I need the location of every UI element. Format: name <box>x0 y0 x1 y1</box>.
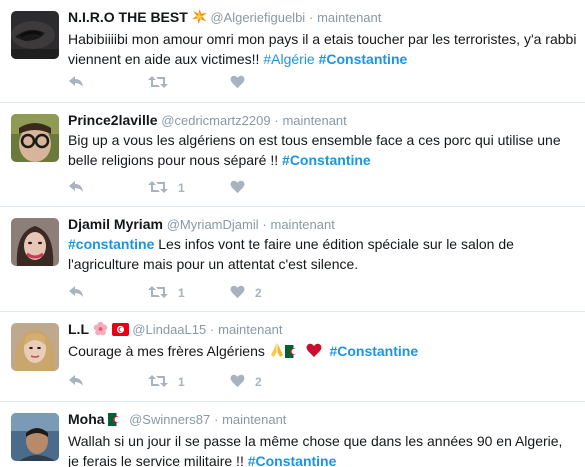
tweet[interactable]: Prince2laville @cedricmartz2209 · mainte… <box>0 103 585 207</box>
timeline: N.I.R.O THE BEST @Algeriefiguelbi · main… <box>0 0 585 467</box>
folded-hands-emoji-icon <box>269 342 285 364</box>
hashtag-link[interactable]: #Algérie <box>263 51 314 67</box>
like-count: 2 <box>255 286 262 300</box>
timestamp[interactable]: maintenant <box>282 113 346 128</box>
user-handle[interactable]: @MyriamDjamil <box>167 217 259 232</box>
red-heart-emoji-icon <box>306 343 322 364</box>
user-handle[interactable]: @LindaaL15 <box>132 322 206 337</box>
like-button[interactable]: 2 <box>230 285 290 302</box>
retweet-button[interactable]: 1 <box>148 285 230 302</box>
reply-icon <box>68 284 85 302</box>
retweet-button[interactable]: 1 <box>148 374 230 391</box>
collision-emoji-icon <box>191 9 207 29</box>
retweet-button[interactable] <box>148 75 230 92</box>
reply-icon <box>68 179 85 197</box>
cherry-blossom-emoji-icon <box>93 321 108 341</box>
timestamp[interactable]: maintenant <box>271 217 335 232</box>
like-button[interactable] <box>230 180 290 197</box>
display-name[interactable]: L.L <box>68 321 89 337</box>
tweet-text: #constantine Les infos vont te faire une… <box>68 236 514 272</box>
timestamp[interactable]: maintenant <box>222 412 286 427</box>
retweet-count: 1 <box>178 181 185 195</box>
like-count: 2 <box>255 375 262 389</box>
heart-icon <box>230 180 245 197</box>
avatar[interactable] <box>11 218 59 266</box>
timestamp[interactable]: maintenant <box>317 10 381 25</box>
algeria-flag-icon <box>108 413 126 431</box>
retweet-icon <box>148 374 168 391</box>
reply-button[interactable] <box>68 74 148 92</box>
like-button[interactable] <box>230 75 290 92</box>
tweet[interactable]: Djamil Myriam @MyriamDjamil · maintenant… <box>0 207 585 312</box>
reply-button[interactable] <box>68 373 148 391</box>
tweet-text: Courage à mes frères Algériens #Constant… <box>68 342 577 364</box>
avatar[interactable] <box>11 323 59 371</box>
display-name[interactable]: Moha <box>68 411 105 427</box>
algeria-flag-icon <box>284 344 302 364</box>
like-button[interactable]: 2 <box>230 374 290 391</box>
hashtag-link[interactable]: #Constantine <box>329 343 418 359</box>
hashtag-link[interactable]: #Constantine <box>319 51 408 67</box>
hashtag-link[interactable]: #Constantine <box>282 152 371 168</box>
reply-button[interactable] <box>68 284 148 302</box>
reply-button[interactable] <box>68 179 148 197</box>
retweet-icon <box>148 75 168 92</box>
hashtag-link[interactable]: #Constantine <box>248 453 337 467</box>
retweet-count: 1 <box>178 375 185 389</box>
heart-icon <box>230 285 245 302</box>
avatar[interactable] <box>11 11 59 59</box>
display-name[interactable]: Prince2laville <box>68 112 158 128</box>
tweet[interactable]: N.I.R.O THE BEST @Algeriefiguelbi · main… <box>0 0 585 103</box>
tweet-text: Habibiiiibi mon amour omri mon pays il a… <box>68 31 577 67</box>
avatar[interactable] <box>11 413 59 461</box>
heart-icon <box>230 75 245 92</box>
display-name[interactable]: Djamil Myriam <box>68 216 163 232</box>
retweet-icon <box>148 285 168 302</box>
tweet-text: Big up a vous les algériens on est tous … <box>68 132 561 168</box>
avatar[interactable] <box>11 114 59 162</box>
tweet-text: Wallah si un jour il se passe la même ch… <box>68 433 563 467</box>
heart-icon <box>230 374 245 391</box>
user-handle[interactable]: @Algeriefiguelbi <box>210 10 305 25</box>
reply-icon <box>68 373 85 391</box>
retweet-count: 1 <box>178 286 185 300</box>
retweet-button[interactable]: 1 <box>148 180 230 197</box>
retweet-icon <box>148 180 168 197</box>
user-handle[interactable]: @cedricmartz2209 <box>161 113 270 128</box>
tunisia-flag-icon <box>111 323 129 341</box>
user-handle[interactable]: @Swinners87 <box>129 412 210 427</box>
reply-icon <box>68 74 85 92</box>
hashtag-link[interactable]: #constantine <box>68 236 154 252</box>
tweet[interactable]: L.L @LindaaL15 · maintenant Courage à me… <box>0 312 585 402</box>
display-name[interactable]: N.I.R.O THE BEST <box>68 9 188 25</box>
tweet[interactable]: Moha @Swinners87 · maintenant Wallah si … <box>0 402 585 467</box>
timestamp[interactable]: maintenant <box>218 322 282 337</box>
